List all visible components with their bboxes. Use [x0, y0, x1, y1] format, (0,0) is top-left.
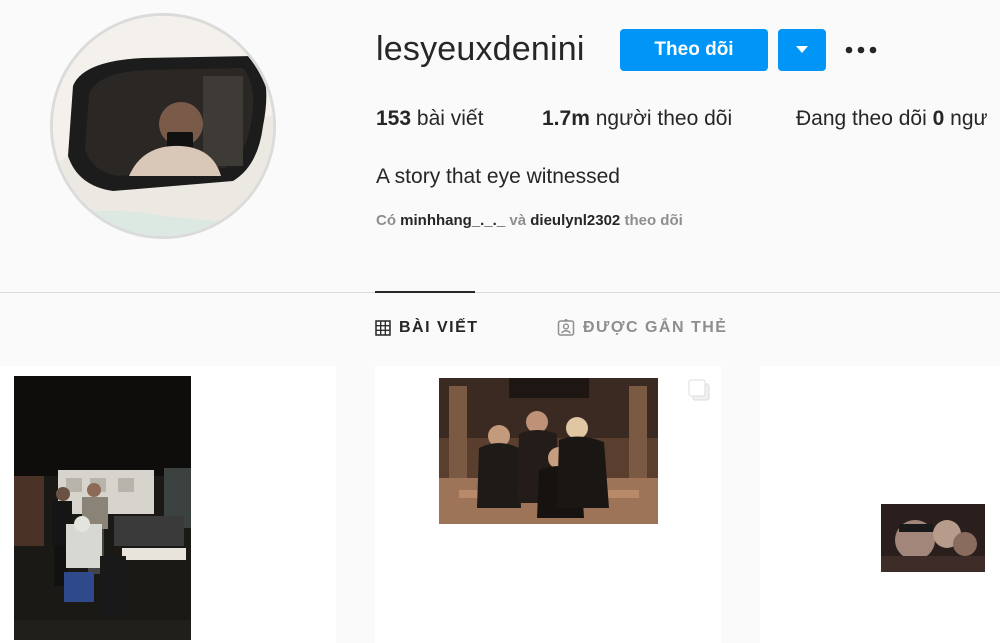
- profile-bio: A story that eye witnessed: [376, 165, 620, 188]
- more-options-button[interactable]: [843, 34, 879, 66]
- profile-username: lesyeuxdenini: [376, 30, 585, 68]
- tab-tagged[interactable]: ĐƯỢC GẮN THẺ: [557, 319, 727, 337]
- tab-posts-label: BÀI VIẾT: [399, 319, 479, 336]
- followers-stat[interactable]: 1.7m người theo dõi: [542, 107, 732, 131]
- followed-by-suffix: theo dõi: [624, 212, 683, 229]
- following-suffix: ngư: [950, 107, 988, 130]
- followed-by-text[interactable]: Có minhhang_._._ và dieulynl2302 theo dõ…: [376, 212, 683, 229]
- avatar-image: [53, 16, 273, 236]
- more-options-icon: [845, 46, 877, 54]
- multiple-photos-icon: [688, 379, 710, 401]
- post-tile[interactable]: [375, 366, 721, 643]
- suggestions-dropdown-button[interactable]: [778, 29, 826, 71]
- following-label: Đang theo dõi: [796, 107, 927, 130]
- tagged-user-icon: [557, 319, 575, 336]
- following-count: 0: [932, 107, 945, 130]
- posts-label: bài viết: [416, 107, 484, 130]
- post-photo: [881, 504, 985, 572]
- follow-button[interactable]: Theo dõi: [620, 29, 768, 71]
- followed-by-conj: và: [509, 212, 527, 229]
- tab-tagged-label: ĐƯỢC GẮN THẺ: [583, 319, 728, 336]
- post-tile[interactable]: [0, 366, 336, 643]
- caret-down-icon: [796, 46, 808, 53]
- tab-posts[interactable]: BÀI VIẾT: [375, 319, 479, 337]
- profile-avatar[interactable]: [50, 13, 276, 239]
- followers-count: 1.7m: [542, 107, 590, 130]
- posts-stat: 153 bài viết: [376, 107, 483, 131]
- posts-count: 153: [376, 107, 412, 130]
- followed-by-user-2: dieulynl2302: [530, 212, 621, 229]
- followers-label: người theo dõi: [595, 107, 733, 130]
- post-tile[interactable]: [760, 366, 1000, 643]
- post-photo: [439, 378, 658, 524]
- following-stat[interactable]: Đang theo dõi 0 ngư: [796, 107, 988, 131]
- grid-icon: [375, 320, 391, 336]
- followed-by-user-1: minhhang_._._: [400, 212, 506, 229]
- followed-by-prefix: Có: [376, 212, 396, 229]
- active-tab-indicator: [375, 291, 475, 293]
- post-photo: [14, 376, 191, 640]
- tabs-divider: [0, 292, 1000, 293]
